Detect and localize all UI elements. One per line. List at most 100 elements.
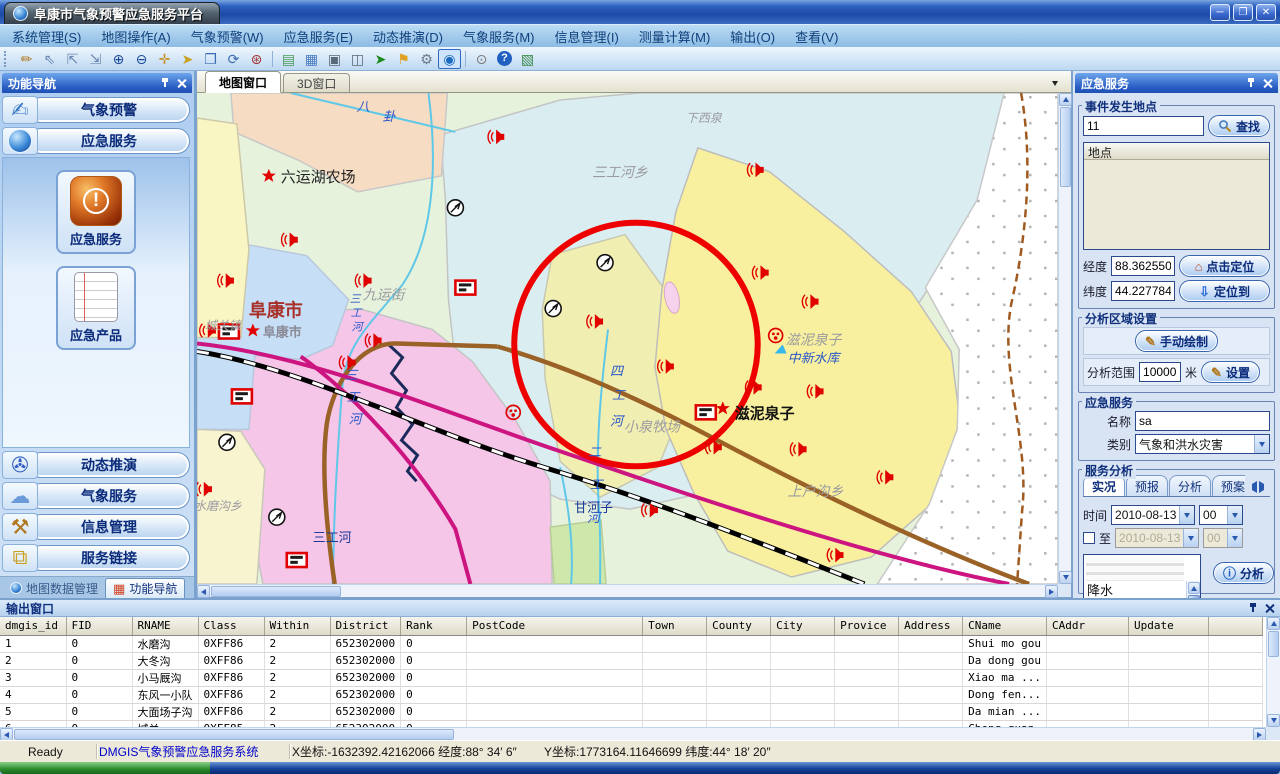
date-select[interactable]: 2010-08-13 — [1111, 505, 1195, 525]
column-header[interactable]: PostCode — [467, 617, 643, 635]
go-arrow-icon[interactable]: ➤ — [369, 49, 392, 69]
pin-icon[interactable] — [161, 78, 169, 88]
table-row[interactable]: 40东风一小队0XFF8626523020000Dong fen... — [0, 686, 1262, 703]
dropdown-arrow-icon[interactable] — [1227, 506, 1242, 524]
menu-item-10[interactable]: 查看(V) — [795, 27, 838, 46]
zoom-out-icon[interactable]: ⊖ — [130, 49, 153, 69]
scroll-right-icon[interactable] — [1045, 585, 1058, 598]
column-header[interactable]: Town — [643, 617, 707, 635]
scroll-up-icon[interactable] — [1188, 582, 1200, 594]
analysis-range-input[interactable] — [1139, 362, 1181, 382]
panel-tab-2[interactable]: ▦功能导航 — [105, 578, 185, 598]
survey-point-icon[interactable] — [545, 301, 561, 317]
select-arrow-icon[interactable]: ⇖ — [38, 49, 61, 69]
nav-group-bottom-4[interactable]: ⧉服务链接 — [2, 544, 190, 572]
column-header[interactable]: RNAME — [132, 617, 198, 635]
gear-icon[interactable]: ⚙ — [415, 49, 438, 69]
nav-group-1[interactable]: ✍气象预警 — [2, 96, 190, 124]
flag-marker-icon[interactable] — [232, 389, 252, 403]
scroll-up-icon[interactable] — [1059, 93, 1072, 106]
panel-tab-1[interactable]: 地图数据管理 — [3, 578, 105, 598]
scroll-up-icon[interactable] — [1267, 617, 1280, 630]
longitude-input[interactable] — [1111, 256, 1175, 276]
scroll-left-icon[interactable] — [197, 585, 210, 598]
flag-marker-icon[interactable] — [455, 281, 475, 295]
table-row[interactable]: 60城关0XFF8526523020000Cheng guan — [0, 720, 1262, 727]
close-icon[interactable] — [1263, 79, 1272, 88]
eye-icon[interactable]: ⊙ — [470, 49, 493, 69]
range-set-button[interactable]: 设置 — [1201, 361, 1260, 383]
menu-item-8[interactable]: 测量计算(M) — [639, 27, 711, 46]
analyze-button[interactable]: 分析 — [1213, 562, 1274, 584]
flag-marker-icon[interactable] — [696, 405, 716, 419]
select-rect-icon[interactable]: ⇱ — [61, 49, 84, 69]
pointer-icon[interactable]: ➤ — [176, 49, 199, 69]
close-icon[interactable] — [177, 79, 186, 88]
big-button-2[interactable]: 应急产品 — [56, 266, 136, 350]
help-icon[interactable]: ? — [493, 49, 516, 69]
nav-group-2[interactable]: 应急服务 — [2, 127, 190, 155]
close-icon[interactable] — [1265, 604, 1274, 613]
column-header[interactable]: CName — [963, 617, 1047, 635]
layers-icon[interactable]: ▤ — [277, 49, 300, 69]
dropdown-arrow-icon[interactable] — [1179, 506, 1194, 524]
big-button-1[interactable]: !应急服务 — [56, 170, 136, 254]
find-button[interactable]: 查找 — [1208, 115, 1270, 137]
menu-item-1[interactable]: 系统管理(S) — [12, 27, 81, 46]
scrollbar-thumb[interactable] — [1060, 107, 1071, 187]
flag-marker-icon[interactable] — [287, 553, 307, 567]
location-list[interactable]: 地点 — [1083, 142, 1270, 250]
snapshot-icon[interactable]: ▧ — [516, 49, 539, 69]
tab-scroll-right-icon[interactable] — [1259, 481, 1269, 493]
close-button[interactable]: ✕ — [1256, 4, 1276, 21]
service-name-input[interactable] — [1135, 411, 1270, 431]
place-marker-icon[interactable]: ⚑ — [392, 49, 415, 69]
end-hour-select[interactable]: 00 — [1203, 528, 1243, 548]
column-header[interactable]: Rank — [401, 617, 467, 635]
window-list-dropdown[interactable] — [1047, 76, 1063, 90]
survey-point-icon[interactable] — [597, 255, 613, 271]
location-list-header[interactable]: 地点 — [1084, 143, 1269, 160]
scrollbar-thumb[interactable] — [1268, 631, 1279, 657]
analysis-tab-3[interactable]: 分析 — [1169, 475, 1211, 496]
analysis-tab-4[interactable]: 预案 — [1212, 475, 1245, 496]
table-vertical-scrollbar[interactable] — [1266, 617, 1280, 727]
measure-icon[interactable]: ✏ — [15, 49, 38, 69]
latitude-input[interactable] — [1111, 281, 1175, 301]
table-row[interactable]: 50大面场子沟0XFF8626523020000Da mian ... — [0, 703, 1262, 720]
scroll-down-icon[interactable] — [1267, 714, 1280, 727]
hour-select[interactable]: 00 — [1199, 505, 1243, 525]
to-date-checkbox[interactable] — [1083, 532, 1095, 544]
table-row[interactable]: 20大冬沟0XFF8626523020000Da dong gou — [0, 652, 1262, 669]
map-canvas[interactable]: 下西泉六运湖农场三工河乡八卦九运街阜康市城关镇阜康市滋泥泉子中新水库滋泥泉子小泉… — [197, 93, 1058, 584]
refresh-icon[interactable]: ⟳ — [222, 49, 245, 69]
nav-group-bottom-1[interactable]: ✇动态推演 — [2, 451, 190, 479]
column-header[interactable]: CAddr — [1046, 617, 1128, 635]
survey-point-icon[interactable] — [269, 509, 285, 525]
dropdown-arrow-icon[interactable] — [1254, 435, 1269, 453]
nav-group-bottom-3[interactable]: ⚒信息管理 — [2, 513, 190, 541]
column-header[interactable]: Provice — [835, 617, 899, 635]
map-export-icon[interactable]: ▦ — [300, 49, 323, 69]
column-header[interactable]: County — [707, 617, 771, 635]
pan-icon[interactable]: ✛ — [153, 49, 176, 69]
factor-item-1[interactable]: 降水 — [1084, 583, 1200, 598]
map-vertical-scrollbar[interactable] — [1058, 93, 1071, 584]
scrollbar-thumb[interactable] — [211, 586, 341, 597]
scrollbar-thumb[interactable] — [14, 729, 454, 740]
column-header[interactable]: Class — [198, 617, 264, 635]
map-horizontal-scrollbar[interactable] — [197, 584, 1058, 597]
menu-item-9[interactable]: 输出(O) — [730, 27, 775, 46]
table-row[interactable]: 30小马厩沟0XFF8626523020000Xiao ma ... — [0, 669, 1262, 686]
survey-point-icon[interactable] — [219, 434, 235, 450]
scrollbar-thumb[interactable] — [1188, 595, 1200, 598]
pin-icon[interactable] — [1247, 78, 1255, 88]
scroll-down-icon[interactable] — [1059, 571, 1072, 584]
select-poly-icon[interactable]: ⇲ — [84, 49, 107, 69]
column-header[interactable]: City — [771, 617, 835, 635]
column-header[interactable]: dmgis_id — [0, 617, 66, 635]
zoom-in-icon[interactable]: ⊕ — [107, 49, 130, 69]
column-header[interactable]: Address — [899, 617, 963, 635]
map-tab-2[interactable]: 3D窗口 — [283, 73, 350, 92]
minimize-button[interactable]: ─ — [1210, 4, 1230, 21]
